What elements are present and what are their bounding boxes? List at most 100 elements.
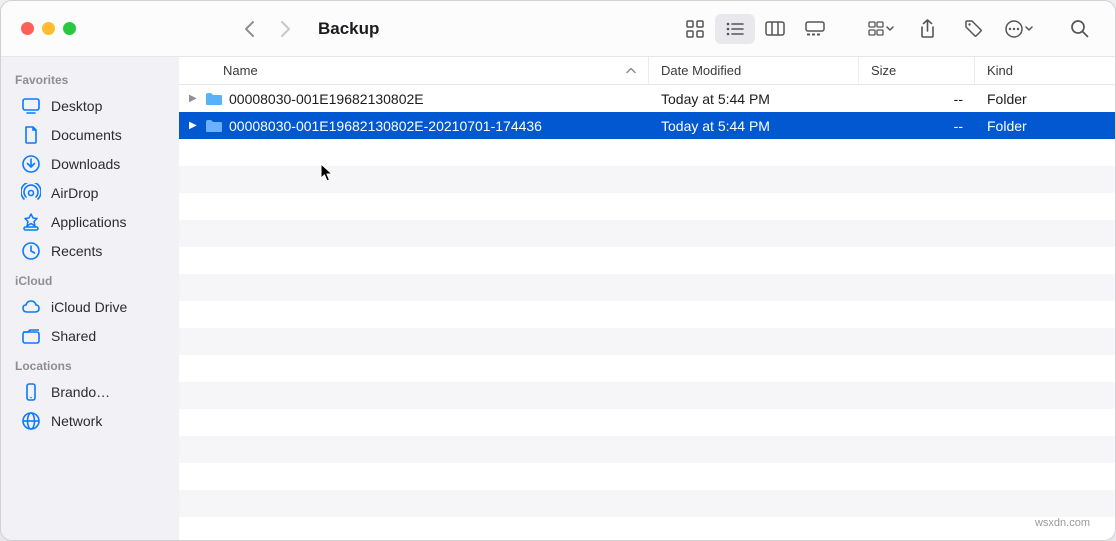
column-kind-label: Kind <box>987 63 1013 78</box>
group-button[interactable] <box>861 14 901 44</box>
sidebar-item-label: Applications <box>51 214 127 230</box>
action-button[interactable] <box>999 14 1039 44</box>
sidebar-item-airdrop[interactable]: AirDrop <box>7 179 169 207</box>
disclosure-triangle-icon[interactable]: ▶ <box>189 120 199 131</box>
folder-icon <box>205 119 223 133</box>
empty-row <box>179 220 1115 247</box>
empty-row <box>179 463 1115 490</box>
columns-icon <box>765 21 785 36</box>
maximize-button[interactable] <box>63 22 76 35</box>
sidebar-item-label: Documents <box>51 127 122 143</box>
sidebar-item-downloads[interactable]: Downloads <box>7 150 169 178</box>
empty-row <box>179 409 1115 436</box>
column-size[interactable]: Size <box>859 57 975 84</box>
empty-row <box>179 274 1115 301</box>
gallery-view-button[interactable] <box>795 14 835 44</box>
column-date-label: Date Modified <box>661 63 741 78</box>
minimize-button[interactable] <box>42 22 55 35</box>
column-view-button[interactable] <box>755 14 795 44</box>
window-title: Backup <box>318 19 379 39</box>
grid-icon <box>686 20 704 38</box>
apps-icon <box>21 212 41 232</box>
view-switcher <box>675 14 835 44</box>
close-button[interactable] <box>21 22 34 35</box>
empty-row <box>179 490 1115 517</box>
sidebar-item-documents[interactable]: Documents <box>7 121 169 149</box>
empty-row <box>179 193 1115 220</box>
column-date[interactable]: Date Modified <box>649 57 859 84</box>
chevron-right-icon <box>280 20 291 38</box>
empty-row <box>179 166 1115 193</box>
sidebar-item-label: Brando… <box>51 384 110 400</box>
tag-icon <box>964 19 983 38</box>
empty-row <box>179 355 1115 382</box>
back-button[interactable] <box>236 16 262 42</box>
group-icon <box>868 21 894 37</box>
sidebar-item-network[interactable]: Network <box>7 407 169 435</box>
chevron-left-icon <box>244 20 255 38</box>
column-size-label: Size <box>871 63 896 78</box>
network-icon <box>21 411 41 431</box>
sidebar-item-desktop[interactable]: Desktop <box>7 92 169 120</box>
file-date: Today at 5:44 PM <box>649 118 859 134</box>
sidebar-item-label: AirDrop <box>51 185 98 201</box>
watermark: wsxdn.com <box>1035 517 1090 529</box>
file-size: -- <box>859 91 975 107</box>
sidebar-item-iclouddrive[interactable]: iCloud Drive <box>7 293 169 321</box>
folder-icon <box>205 92 223 106</box>
doc-icon <box>21 125 41 145</box>
sort-asc-icon <box>626 67 636 74</box>
toolbar: Backup <box>1 1 1115 57</box>
column-name-label: Name <box>223 63 258 78</box>
empty-row <box>179 139 1115 166</box>
download-icon <box>21 154 41 174</box>
search-button[interactable] <box>1059 14 1099 44</box>
column-headers: Name Date Modified Size Kind <box>179 57 1115 85</box>
sidebar-item-recents[interactable]: Recents <box>7 237 169 265</box>
icon-view-button[interactable] <box>675 14 715 44</box>
list-icon <box>726 22 744 36</box>
more-icon <box>1005 19 1033 39</box>
sidebar-section-header: Favorites <box>1 65 175 91</box>
sidebar-item-brando[interactable]: Brando… <box>7 378 169 406</box>
shared-icon <box>21 326 41 346</box>
disclosure-triangle-icon[interactable]: ▶ <box>189 93 199 104</box>
nav-buttons <box>236 16 298 42</box>
desktop-icon <box>21 96 41 116</box>
sidebar-item-label: Shared <box>51 328 96 344</box>
tags-button[interactable] <box>953 14 993 44</box>
file-name: 00008030-001E19682130802E <box>229 91 424 107</box>
sidebar-item-applications[interactable]: Applications <box>7 208 169 236</box>
sidebar-section-header: iCloud <box>1 266 175 292</box>
column-kind[interactable]: Kind <box>975 57 1115 84</box>
recents-icon <box>21 241 41 261</box>
sidebar-item-label: Desktop <box>51 98 102 114</box>
file-rows: ▶ 00008030-001E19682130802E Today at 5:44 … <box>179 85 1115 540</box>
search-icon <box>1070 19 1089 38</box>
share-button[interactable] <box>907 14 947 44</box>
file-row[interactable]: ▶ 00008030-001E19682130802E Today at 5:44 … <box>179 85 1115 112</box>
file-row[interactable]: ▶ 00008030-001E19682130802E-20210701-1744… <box>179 112 1115 139</box>
cloud-icon <box>21 297 41 317</box>
list-view-button[interactable] <box>715 14 755 44</box>
sidebar-item-label: Recents <box>51 243 102 259</box>
gallery-icon <box>805 21 825 36</box>
sidebar-section-header: Locations <box>1 351 175 377</box>
forward-button[interactable] <box>272 16 298 42</box>
file-name: 00008030-001E19682130802E-20210701-17443… <box>229 118 542 134</box>
empty-row <box>179 436 1115 463</box>
window-controls <box>21 22 76 35</box>
empty-row <box>179 382 1115 409</box>
share-icon <box>919 19 936 39</box>
file-date: Today at 5:44 PM <box>649 91 859 107</box>
empty-row <box>179 301 1115 328</box>
column-name[interactable]: Name <box>179 57 649 84</box>
file-list: Name Date Modified Size Kind ▶ 00008030-0… <box>179 57 1115 540</box>
airdrop-icon <box>21 183 41 203</box>
sidebar-item-shared[interactable]: Shared <box>7 322 169 350</box>
sidebar-item-label: Network <box>51 413 102 429</box>
file-kind: Folder <box>975 91 1115 107</box>
file-kind: Folder <box>975 118 1115 134</box>
finder-window: Backup <box>0 0 1116 541</box>
empty-row <box>179 328 1115 355</box>
